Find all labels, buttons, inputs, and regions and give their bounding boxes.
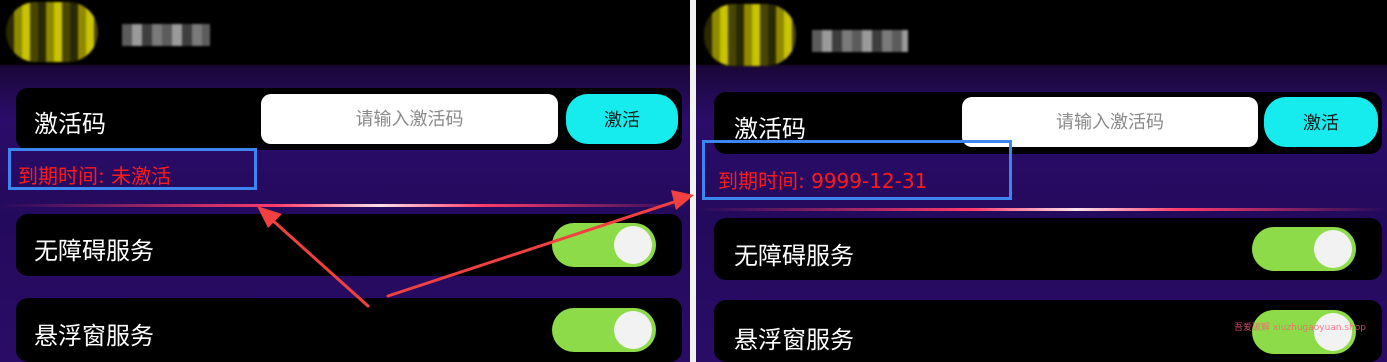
accessibility-service-toggle[interactable] xyxy=(552,223,656,267)
right-screenshot-panel: 激活码 激活 到期时间: 9999-12-31 无障碍服务 悬浮窗服务 吾爱破解… xyxy=(696,0,1387,362)
activation-code-input[interactable] xyxy=(261,94,558,144)
blurred-avatar xyxy=(704,4,796,66)
activation-code-label: 激活码 xyxy=(734,115,806,143)
toggle-knob xyxy=(614,311,652,349)
accessibility-service-label: 无障碍服务 xyxy=(34,237,154,265)
watermark-text: 吾爱破解 xiuzhugaoyuan.shop xyxy=(1234,323,1366,333)
expiry-highlight-box xyxy=(8,148,257,190)
accessibility-service-row: 无障碍服务 xyxy=(16,214,682,276)
expiry-highlight-box xyxy=(702,140,1012,200)
floating-window-service-row: 悬浮窗服务 xyxy=(16,298,682,362)
blurred-username xyxy=(122,24,210,46)
blurred-username xyxy=(812,30,908,52)
separator-glow-line xyxy=(696,208,1387,211)
accessibility-service-row: 无障碍服务 xyxy=(714,218,1382,280)
accessibility-service-toggle[interactable] xyxy=(1252,227,1356,271)
toggle-knob xyxy=(614,226,652,264)
app-header xyxy=(0,0,690,64)
app-header xyxy=(696,0,1387,66)
separator-glow-line xyxy=(0,204,690,207)
floating-window-service-toggle[interactable] xyxy=(552,308,656,352)
floating-window-service-label: 悬浮窗服务 xyxy=(34,322,154,350)
accessibility-service-label: 无障碍服务 xyxy=(734,242,854,270)
blurred-avatar xyxy=(6,2,98,62)
floating-window-service-label: 悬浮窗服务 xyxy=(734,326,854,354)
activation-code-label: 激活码 xyxy=(34,110,106,138)
activate-button[interactable]: 激活 xyxy=(1264,97,1378,147)
activate-button[interactable]: 激活 xyxy=(566,94,678,144)
toggle-knob xyxy=(1314,230,1352,268)
left-screenshot-panel: 激活码 激活 到期时间: 未激活 无障碍服务 悬浮窗服务 xyxy=(0,0,690,362)
activation-row: 激活码 激活 xyxy=(16,88,682,150)
